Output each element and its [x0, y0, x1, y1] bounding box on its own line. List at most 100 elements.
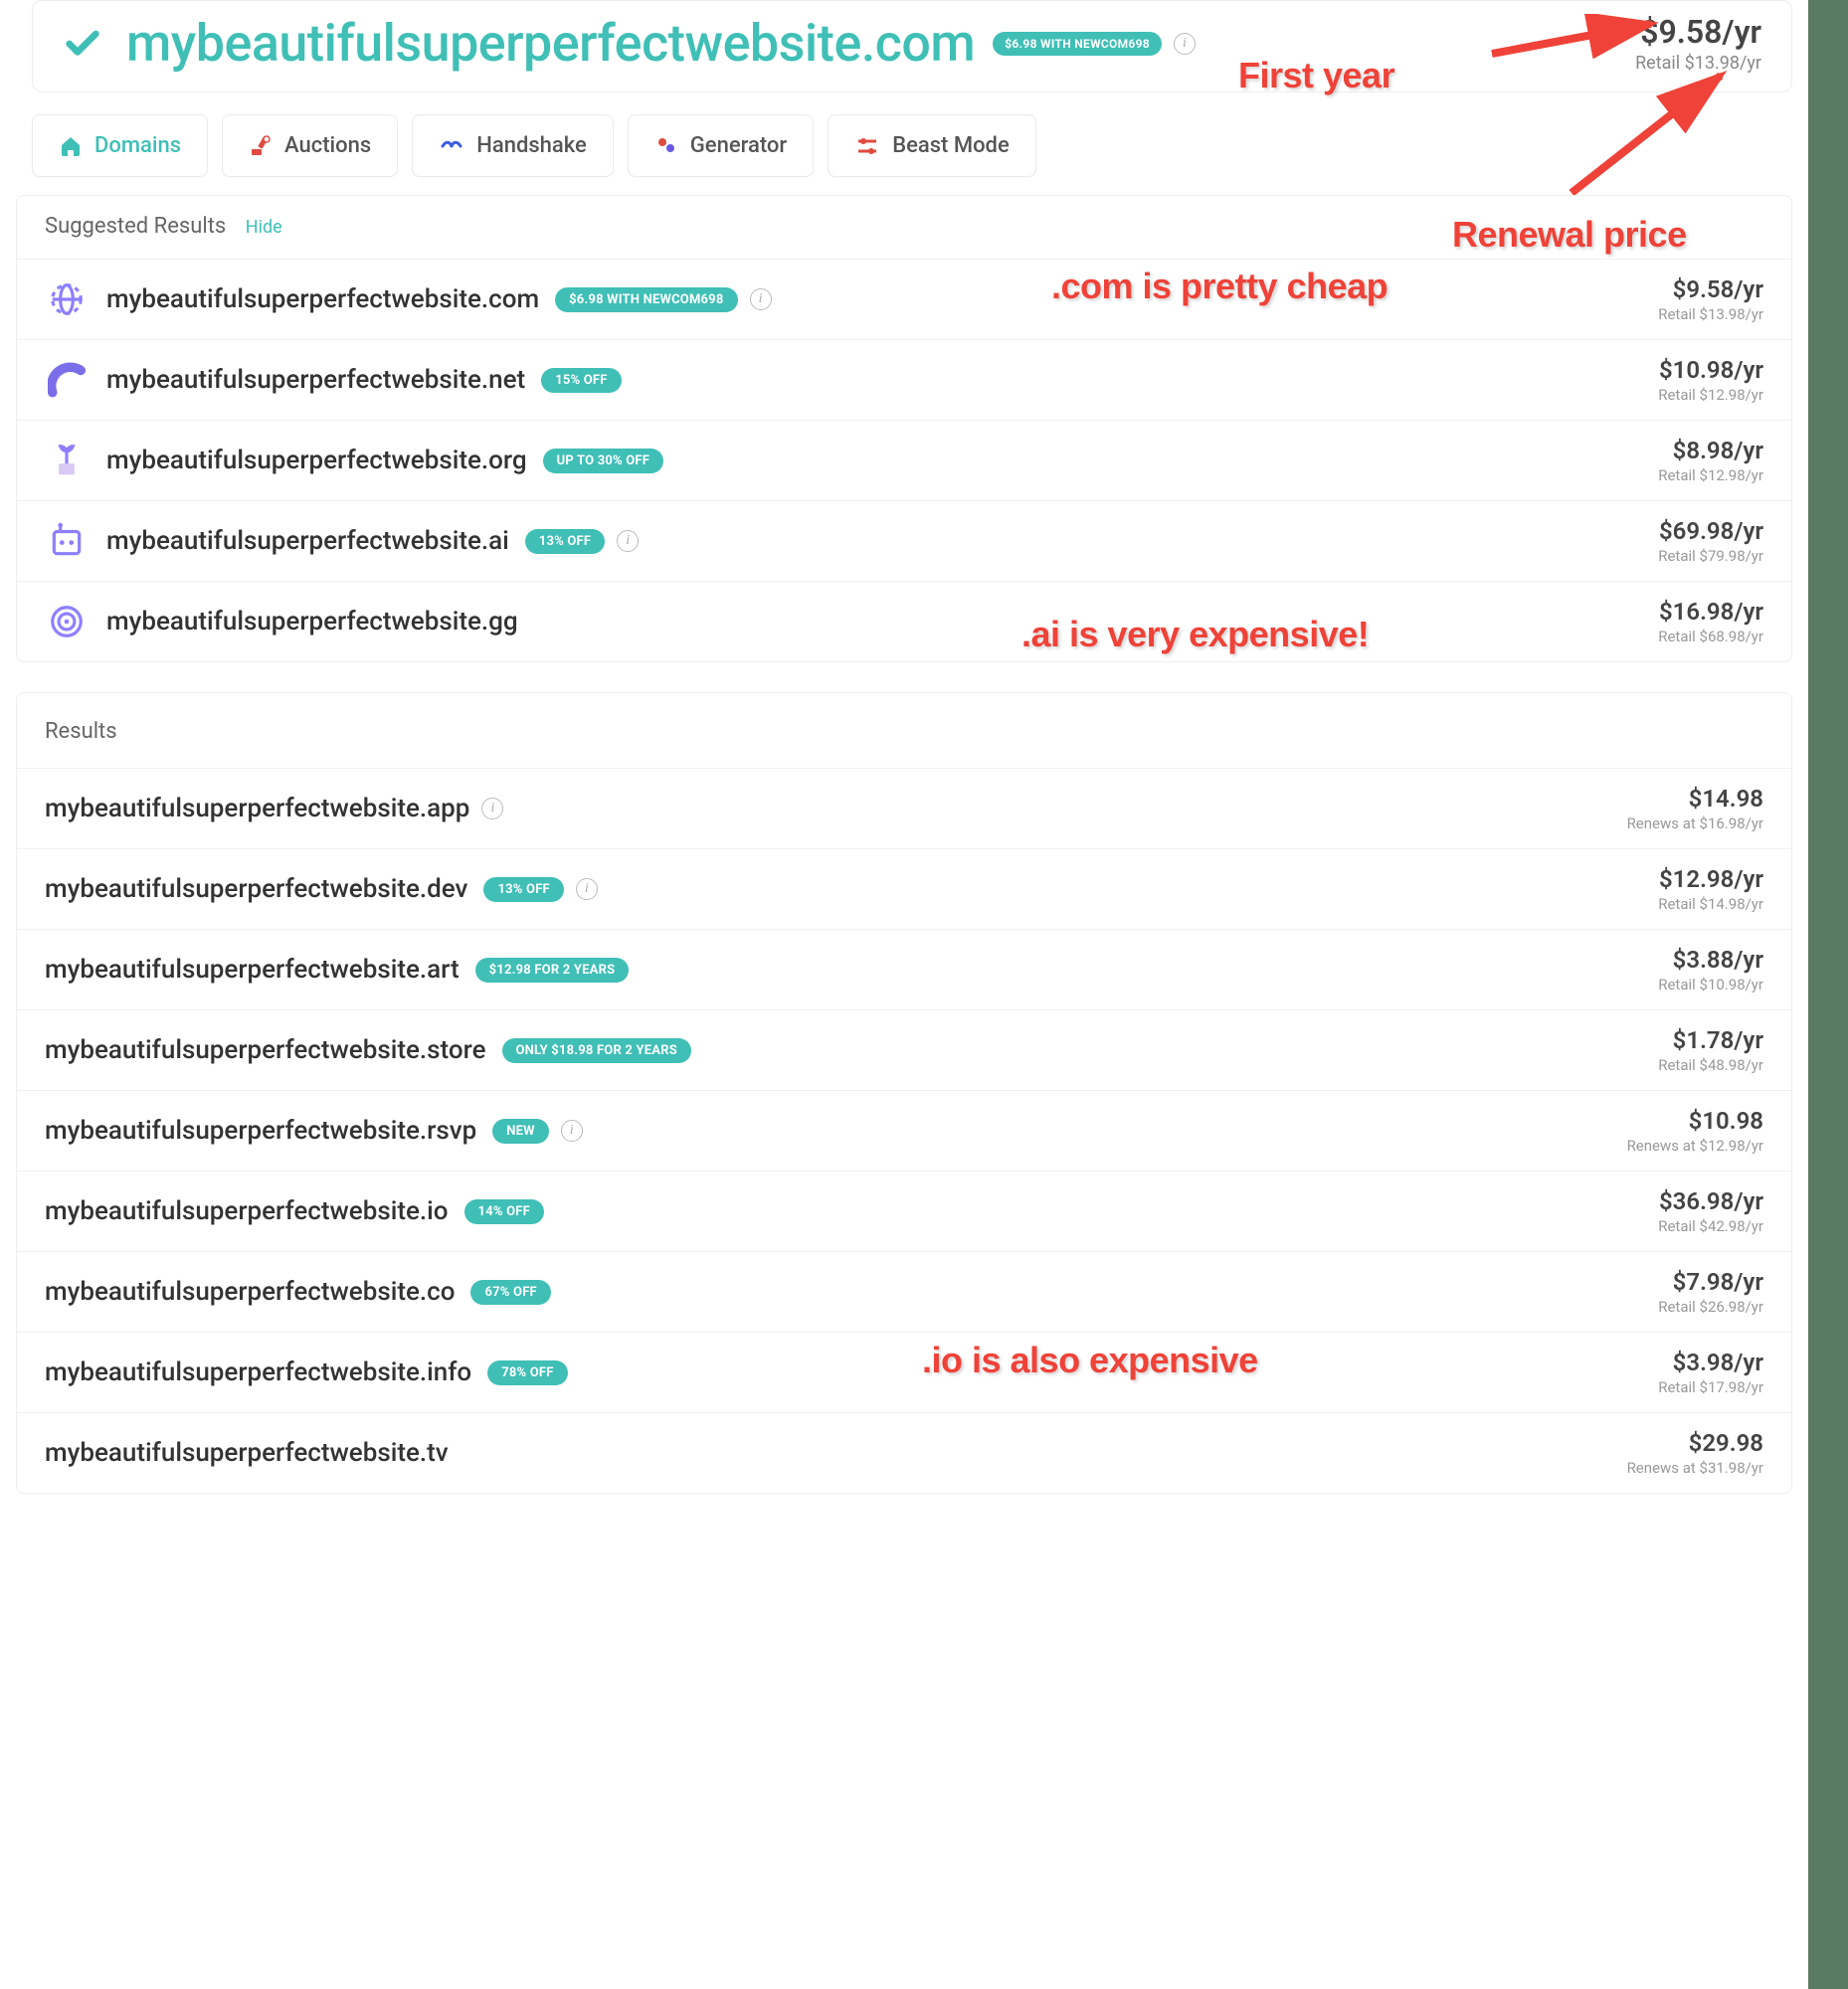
offer-badge: 67% OFF	[470, 1280, 550, 1305]
domain-name[interactable]: mybeautifulsuperperfectwebsite.store	[45, 1035, 486, 1065]
price: $10.98	[1627, 1107, 1763, 1135]
suggested-title: Suggested Results	[45, 214, 226, 239]
offer-badge: $12.98 FOR 2 YEARS	[475, 958, 630, 983]
header-domain[interactable]: mybeautifulsuperperfectwebsite.com	[126, 13, 975, 74]
price-block: $7.98/yrRetail $26.98/yr	[1658, 1268, 1763, 1316]
domain-name[interactable]: mybeautifulsuperperfectwebsite.rsvp	[45, 1116, 476, 1146]
domain-name[interactable]: mybeautifulsuperperfectwebsite.net	[106, 365, 525, 395]
price-block: $3.88/yr Retail $10.98/yr	[1658, 946, 1763, 994]
target-icon	[45, 600, 89, 643]
info-icon[interactable]: i	[750, 288, 772, 310]
info-icon[interactable]: i	[481, 798, 503, 819]
info-icon[interactable]: i	[617, 530, 639, 552]
tab-domains[interactable]: Domains	[32, 114, 208, 177]
domain-row[interactable]: mybeautifulsuperperfectwebsite.tv $29.98R…	[17, 1412, 1791, 1493]
offer-badge: 78% OFF	[487, 1360, 567, 1385]
check-icon	[63, 24, 102, 64]
tab-beast-label: Beast Mode	[892, 133, 1010, 158]
offer-badge: 14% OFF	[464, 1199, 544, 1224]
price: $14.98	[1627, 785, 1763, 813]
domain-row[interactable]: mybeautifulsuperperfectwebsite.art $12.98…	[17, 929, 1791, 1009]
header-card: mybeautifulsuperperfectwebsite.com $6.98…	[32, 0, 1792, 92]
domain-name[interactable]: mybeautifulsuperperfectwebsite.info	[45, 1357, 471, 1387]
results-section: Results mybeautifulsuperperfectwebsite.a…	[16, 692, 1792, 1494]
domain-name[interactable]: mybeautifulsuperperfectwebsite.tv	[45, 1438, 449, 1468]
retail-price: Retail $12.98/yr	[1658, 386, 1763, 404]
tab-generator[interactable]: Generator	[628, 114, 814, 177]
results-title: Results	[17, 693, 1791, 768]
retail-price: Retail $68.98/yr	[1658, 628, 1763, 645]
price: $8.98/yr	[1658, 437, 1763, 464]
domain-row[interactable]: mybeautifulsuperperfectwebsite.gg $16.98/…	[17, 581, 1791, 661]
domain-row[interactable]: mybeautifulsuperperfectwebsite.store ONLY…	[17, 1009, 1791, 1090]
domain-row[interactable]: mybeautifulsuperperfectwebsite.com$6.98 …	[17, 259, 1791, 339]
domain-row[interactable]: mybeautifulsuperperfectwebsite.info 78% O…	[17, 1332, 1791, 1412]
retail-price: Retail $13.98/yr	[1658, 305, 1763, 323]
sparkle-icon	[654, 134, 678, 158]
info-icon[interactable]: i	[576, 878, 598, 900]
domain-row[interactable]: mybeautifulsuperperfectwebsite.rsvp NEW i $…	[17, 1090, 1791, 1171]
domain-name[interactable]: mybeautifulsuperperfectwebsite.co	[45, 1277, 455, 1307]
domain-name[interactable]: mybeautifulsuperperfectwebsite.io	[45, 1196, 449, 1226]
domain-name[interactable]: mybeautifulsuperperfectwebsite.art	[45, 955, 460, 985]
price-block: $10.98 Renews at $12.98/yr	[1627, 1107, 1763, 1155]
price-block: $1.78/yrRetail $48.98/yr	[1658, 1026, 1763, 1074]
gavel-icon	[249, 134, 273, 158]
tab-generator-label: Generator	[690, 133, 787, 158]
tab-auctions[interactable]: Auctions	[222, 114, 398, 177]
domain-name[interactable]: mybeautifulsuperperfectwebsite.dev	[45, 874, 467, 904]
price: $9.58/yr	[1658, 275, 1763, 303]
price: $7.98/yr	[1658, 1268, 1763, 1296]
tab-domains-label: Domains	[94, 133, 181, 158]
header-price: $9.58/yr	[1635, 13, 1761, 51]
price: $10.98/yr	[1658, 356, 1763, 384]
price-block: $9.58/yr Retail $13.98/yr	[1658, 275, 1763, 323]
domain-name[interactable]: mybeautifulsuperperfectwebsite.org	[106, 446, 527, 475]
price: $3.98/yr	[1658, 1349, 1763, 1376]
tab-beast[interactable]: Beast Mode	[828, 114, 1036, 177]
hide-link[interactable]: Hide	[246, 217, 282, 238]
price-block: $36.98/yrRetail $42.98/yr	[1658, 1187, 1763, 1235]
suggested-section: Suggested Results Hide mybeautifulsuperp…	[16, 195, 1792, 662]
header-retail: Retail $13.98/yr	[1635, 53, 1761, 74]
domain-row[interactable]: mybeautifulsuperperfectwebsite.org UP TO …	[17, 420, 1791, 500]
arc-icon	[45, 358, 89, 402]
domain-row[interactable]: mybeautifulsuperperfectwebsite.dev13% OF…	[17, 848, 1791, 929]
price: $12.98/yr	[1658, 865, 1763, 893]
price: $1.78/yr	[1658, 1026, 1763, 1054]
retail-price: Retail $17.98/yr	[1658, 1378, 1763, 1396]
domain-name[interactable]: mybeautifulsuperperfectwebsite.ai	[106, 526, 509, 556]
info-icon[interactable]: i	[561, 1120, 583, 1142]
home-icon	[59, 134, 83, 158]
price: $16.98/yr	[1658, 598, 1763, 626]
offer-badge: NEW	[492, 1119, 548, 1144]
price: $29.98	[1627, 1429, 1763, 1457]
price-block: $3.98/yr Retail $17.98/yr	[1658, 1349, 1763, 1396]
retail-price: Retail $42.98/yr	[1658, 1217, 1763, 1235]
price: $3.88/yr	[1658, 946, 1763, 974]
coupon-badge: $6.98 WITH NEWCOM698	[993, 32, 1162, 56]
retail-price: Retail $14.98/yr	[1658, 895, 1763, 913]
price-block: $69.98/yrRetail $79.98/yr	[1658, 517, 1763, 565]
right-scrollbar[interactable]	[1808, 0, 1848, 1989]
retail-price: Retail $10.98/yr	[1658, 976, 1763, 994]
domain-name[interactable]: mybeautifulsuperperfectwebsite.gg	[106, 607, 518, 636]
tab-auctions-label: Auctions	[284, 133, 371, 158]
domain-row[interactable]: mybeautifulsuperperfectwebsite.ai13% OFF…	[17, 500, 1791, 581]
info-icon[interactable]: i	[1174, 33, 1196, 55]
domain-name[interactable]: mybeautifulsuperperfectwebsite.com	[106, 284, 539, 314]
domain-row[interactable]: mybeautifulsuperperfectwebsite.co 67% OFF…	[17, 1251, 1791, 1332]
tab-handshake[interactable]: Handshake	[412, 114, 614, 177]
offer-badge: UP TO 30% OFF	[543, 449, 664, 473]
suggested-header: Suggested Results Hide	[17, 196, 1791, 259]
domain-name[interactable]: mybeautifulsuperperfectwebsite.app	[45, 794, 469, 823]
domain-row[interactable]: mybeautifulsuperperfectwebsite.io 14% OFF…	[17, 1171, 1791, 1251]
price-block: $29.98Renews at $31.98/yr	[1627, 1429, 1763, 1477]
domain-row[interactable]: mybeautifulsuperperfectwebsite.app i $14.9…	[17, 768, 1791, 848]
price-block: $12.98/yr Retail $14.98/yr	[1658, 865, 1763, 913]
retail-price: Renews at $16.98/yr	[1627, 814, 1763, 832]
retail-price: Renews at $12.98/yr	[1627, 1137, 1763, 1155]
offer-badge: ONLY $18.98 FOR 2 YEARS	[502, 1038, 691, 1063]
price-block: $14.98Renews at $16.98/yr	[1627, 785, 1763, 832]
domain-row[interactable]: mybeautifulsuperperfectwebsite.net15% OF…	[17, 339, 1791, 420]
